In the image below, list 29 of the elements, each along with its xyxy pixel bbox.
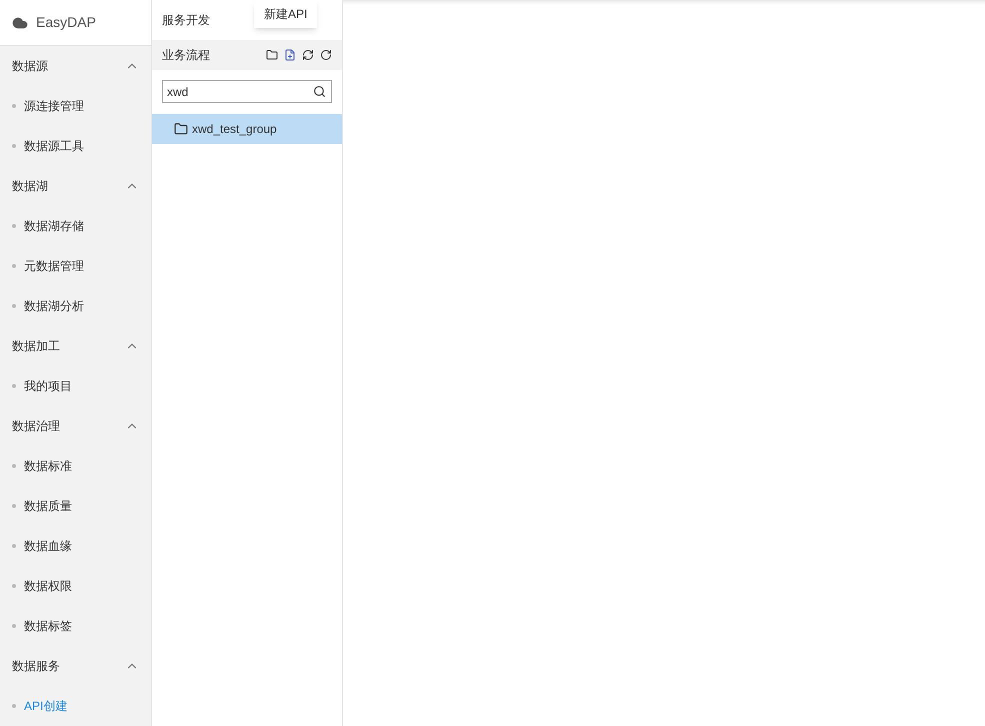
- tree-item[interactable]: xwd_test_group: [152, 114, 342, 144]
- search-icon[interactable]: [313, 85, 326, 98]
- search-field[interactable]: xwd: [162, 80, 332, 103]
- panel-title: 服务开发: [162, 12, 210, 29]
- sidebar-item[interactable]: 数据标签: [24, 617, 72, 635]
- sidebar-group-header[interactable]: 数据加工: [0, 326, 151, 366]
- reload-icon[interactable]: [320, 49, 332, 61]
- sidebar-group-header[interactable]: 数据服务: [0, 646, 151, 686]
- section-title: 业务流程: [162, 47, 210, 64]
- cloud-logo-icon: [12, 14, 28, 30]
- sidebar-group-header[interactable]: 数据治理: [0, 406, 151, 446]
- sidebar-item[interactable]: 数据权限: [24, 577, 72, 595]
- sidebar-item[interactable]: 数据湖存储: [24, 217, 84, 235]
- sidebar-item[interactable]: 元数据管理: [24, 257, 84, 275]
- sidebar-group-header[interactable]: 数据湖: [0, 166, 151, 206]
- sidebar-item[interactable]: 数据标准: [24, 457, 72, 475]
- sidebar-item[interactable]: 我的项目: [24, 377, 72, 395]
- refresh-icon[interactable]: [302, 49, 314, 61]
- sidebar-item[interactable]: 数据源工具: [24, 137, 84, 155]
- sidebar-group-header[interactable]: 数据源: [0, 46, 151, 86]
- tooltip: 新建API: [254, 0, 318, 28]
- sidebar-item[interactable]: 源连接管理: [24, 97, 84, 115]
- sidebar-item[interactable]: 数据质量: [24, 497, 72, 515]
- new-file-icon[interactable]: [284, 49, 296, 61]
- sidebar-item[interactable]: 数据血缘: [24, 537, 72, 555]
- app-name: EasyDAP: [36, 13, 96, 32]
- folder-icon: [174, 122, 188, 136]
- folder-icon[interactable]: [266, 49, 278, 61]
- sidebar-item[interactable]: 数据湖分析: [24, 297, 84, 315]
